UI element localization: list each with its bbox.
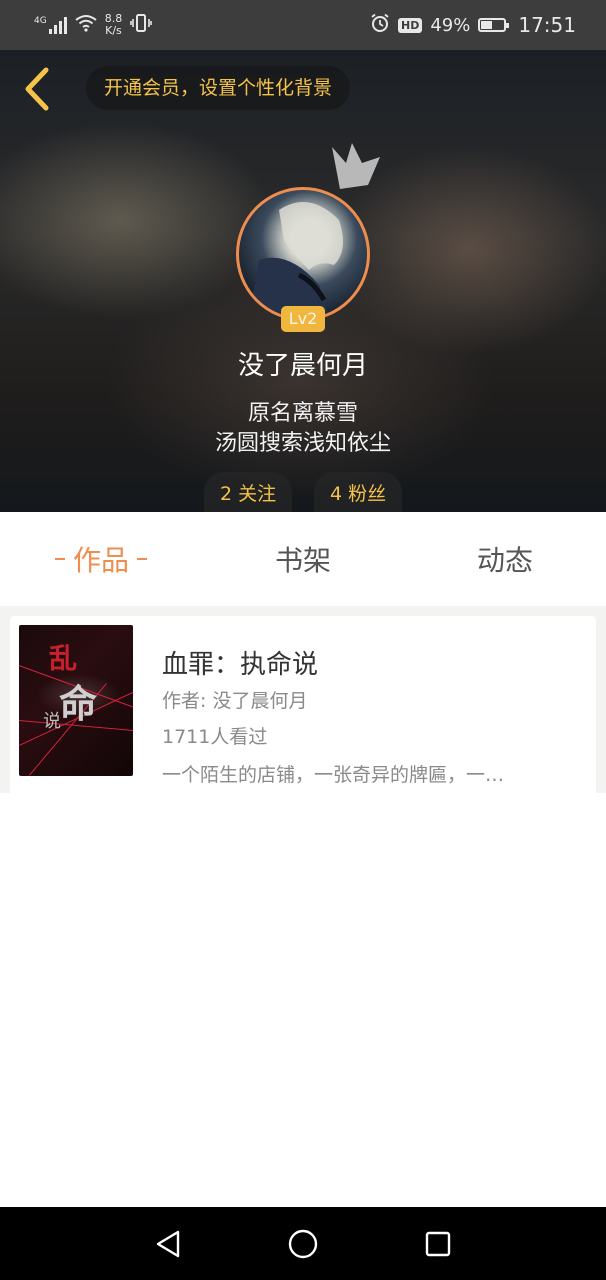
bio-line-2: 汤圆搜索浅知依尘 [214, 431, 391, 456]
fans-count[interactable]: 4 粉丝 [314, 472, 403, 512]
vip-background-banner[interactable]: 开通会员，设置个性化背景 [86, 66, 351, 110]
battery-percent: 49% [430, 14, 471, 36]
profile-tabs: 作品 书架 动态 [0, 512, 606, 606]
book-author: 作者: 没了晨何月 [162, 690, 308, 712]
following-count[interactable]: 2 关注 [204, 472, 293, 512]
square-recents-icon [426, 1231, 451, 1256]
alarm-icon [370, 13, 390, 38]
cover-decoration: 乱 [49, 642, 78, 675]
nav-recents-button[interactable] [418, 1224, 458, 1264]
tab-bookshelf-label: 书架 [274, 544, 331, 577]
back-button[interactable] [14, 64, 60, 114]
book-title: 血罪：执命说 [162, 650, 319, 680]
list-item[interactable]: 乱 命 说 血罪：执命说 作者: 没了晨何月 1711人看过 一个陌生的店铺，一… [10, 616, 596, 793]
avatar-image [249, 202, 343, 318]
tab-works[interactable]: 作品 [0, 512, 202, 606]
wifi-icon [75, 14, 97, 37]
network-speed: 8.8 K/s [105, 13, 123, 37]
system-nav-bar [0, 1207, 606, 1280]
cover-title-glyph: 命 [59, 681, 98, 726]
tab-bookshelf[interactable]: 书架 [202, 512, 404, 606]
status-right: HD 49% 17:51 [370, 13, 576, 38]
nav-back-button[interactable] [148, 1224, 188, 1264]
bio: 原名离慕雪 汤圆搜索浅知依尘 [0, 399, 606, 459]
cover-decoration-small: 说 [43, 711, 61, 732]
chevron-left-icon [25, 67, 49, 111]
avatar-container: Lv2 [236, 143, 380, 332]
network-speed-unit: K/s [105, 24, 122, 37]
tab-activity[interactable]: 动态 [404, 512, 606, 606]
profile-header: 开通会员，设置个性化背景 Lv2 没了晨何月 原名离慕雪 汤圆搜索浅知依尘 2 … [0, 50, 606, 512]
status-bar: 4G 8.8 K/s HD 49% 17:51 [0, 0, 606, 50]
vibrate-icon [130, 13, 153, 38]
crown-icon [332, 143, 380, 189]
network-type-label: 4G [34, 15, 47, 26]
nickname: 没了晨何月 [237, 351, 368, 381]
triangle-back-icon [156, 1230, 179, 1257]
battery-icon [478, 18, 510, 32]
avatar[interactable] [236, 187, 370, 321]
tab-works-label: 作品 [72, 544, 129, 577]
clock: 17:51 [518, 13, 576, 37]
book-description: 一个陌生的店铺，一张奇异的牌匾，一… [162, 764, 505, 786]
tab-indicator-left [54, 558, 65, 560]
status-left: 4G 8.8 K/s [34, 13, 153, 38]
tab-activity-label: 动态 [476, 544, 533, 577]
circle-home-icon [288, 1229, 318, 1258]
hd-icon: HD [398, 17, 423, 33]
tab-indicator-right [137, 558, 147, 560]
level-badge: Lv2 [281, 306, 325, 332]
signal-icon: 4G [34, 15, 67, 34]
bio-line-1: 原名离慕雪 [247, 401, 358, 426]
nav-home-button[interactable] [283, 1224, 323, 1264]
book-view-count: 1711人看过 [162, 726, 268, 748]
book-cover: 乱 命 说 [19, 625, 133, 776]
